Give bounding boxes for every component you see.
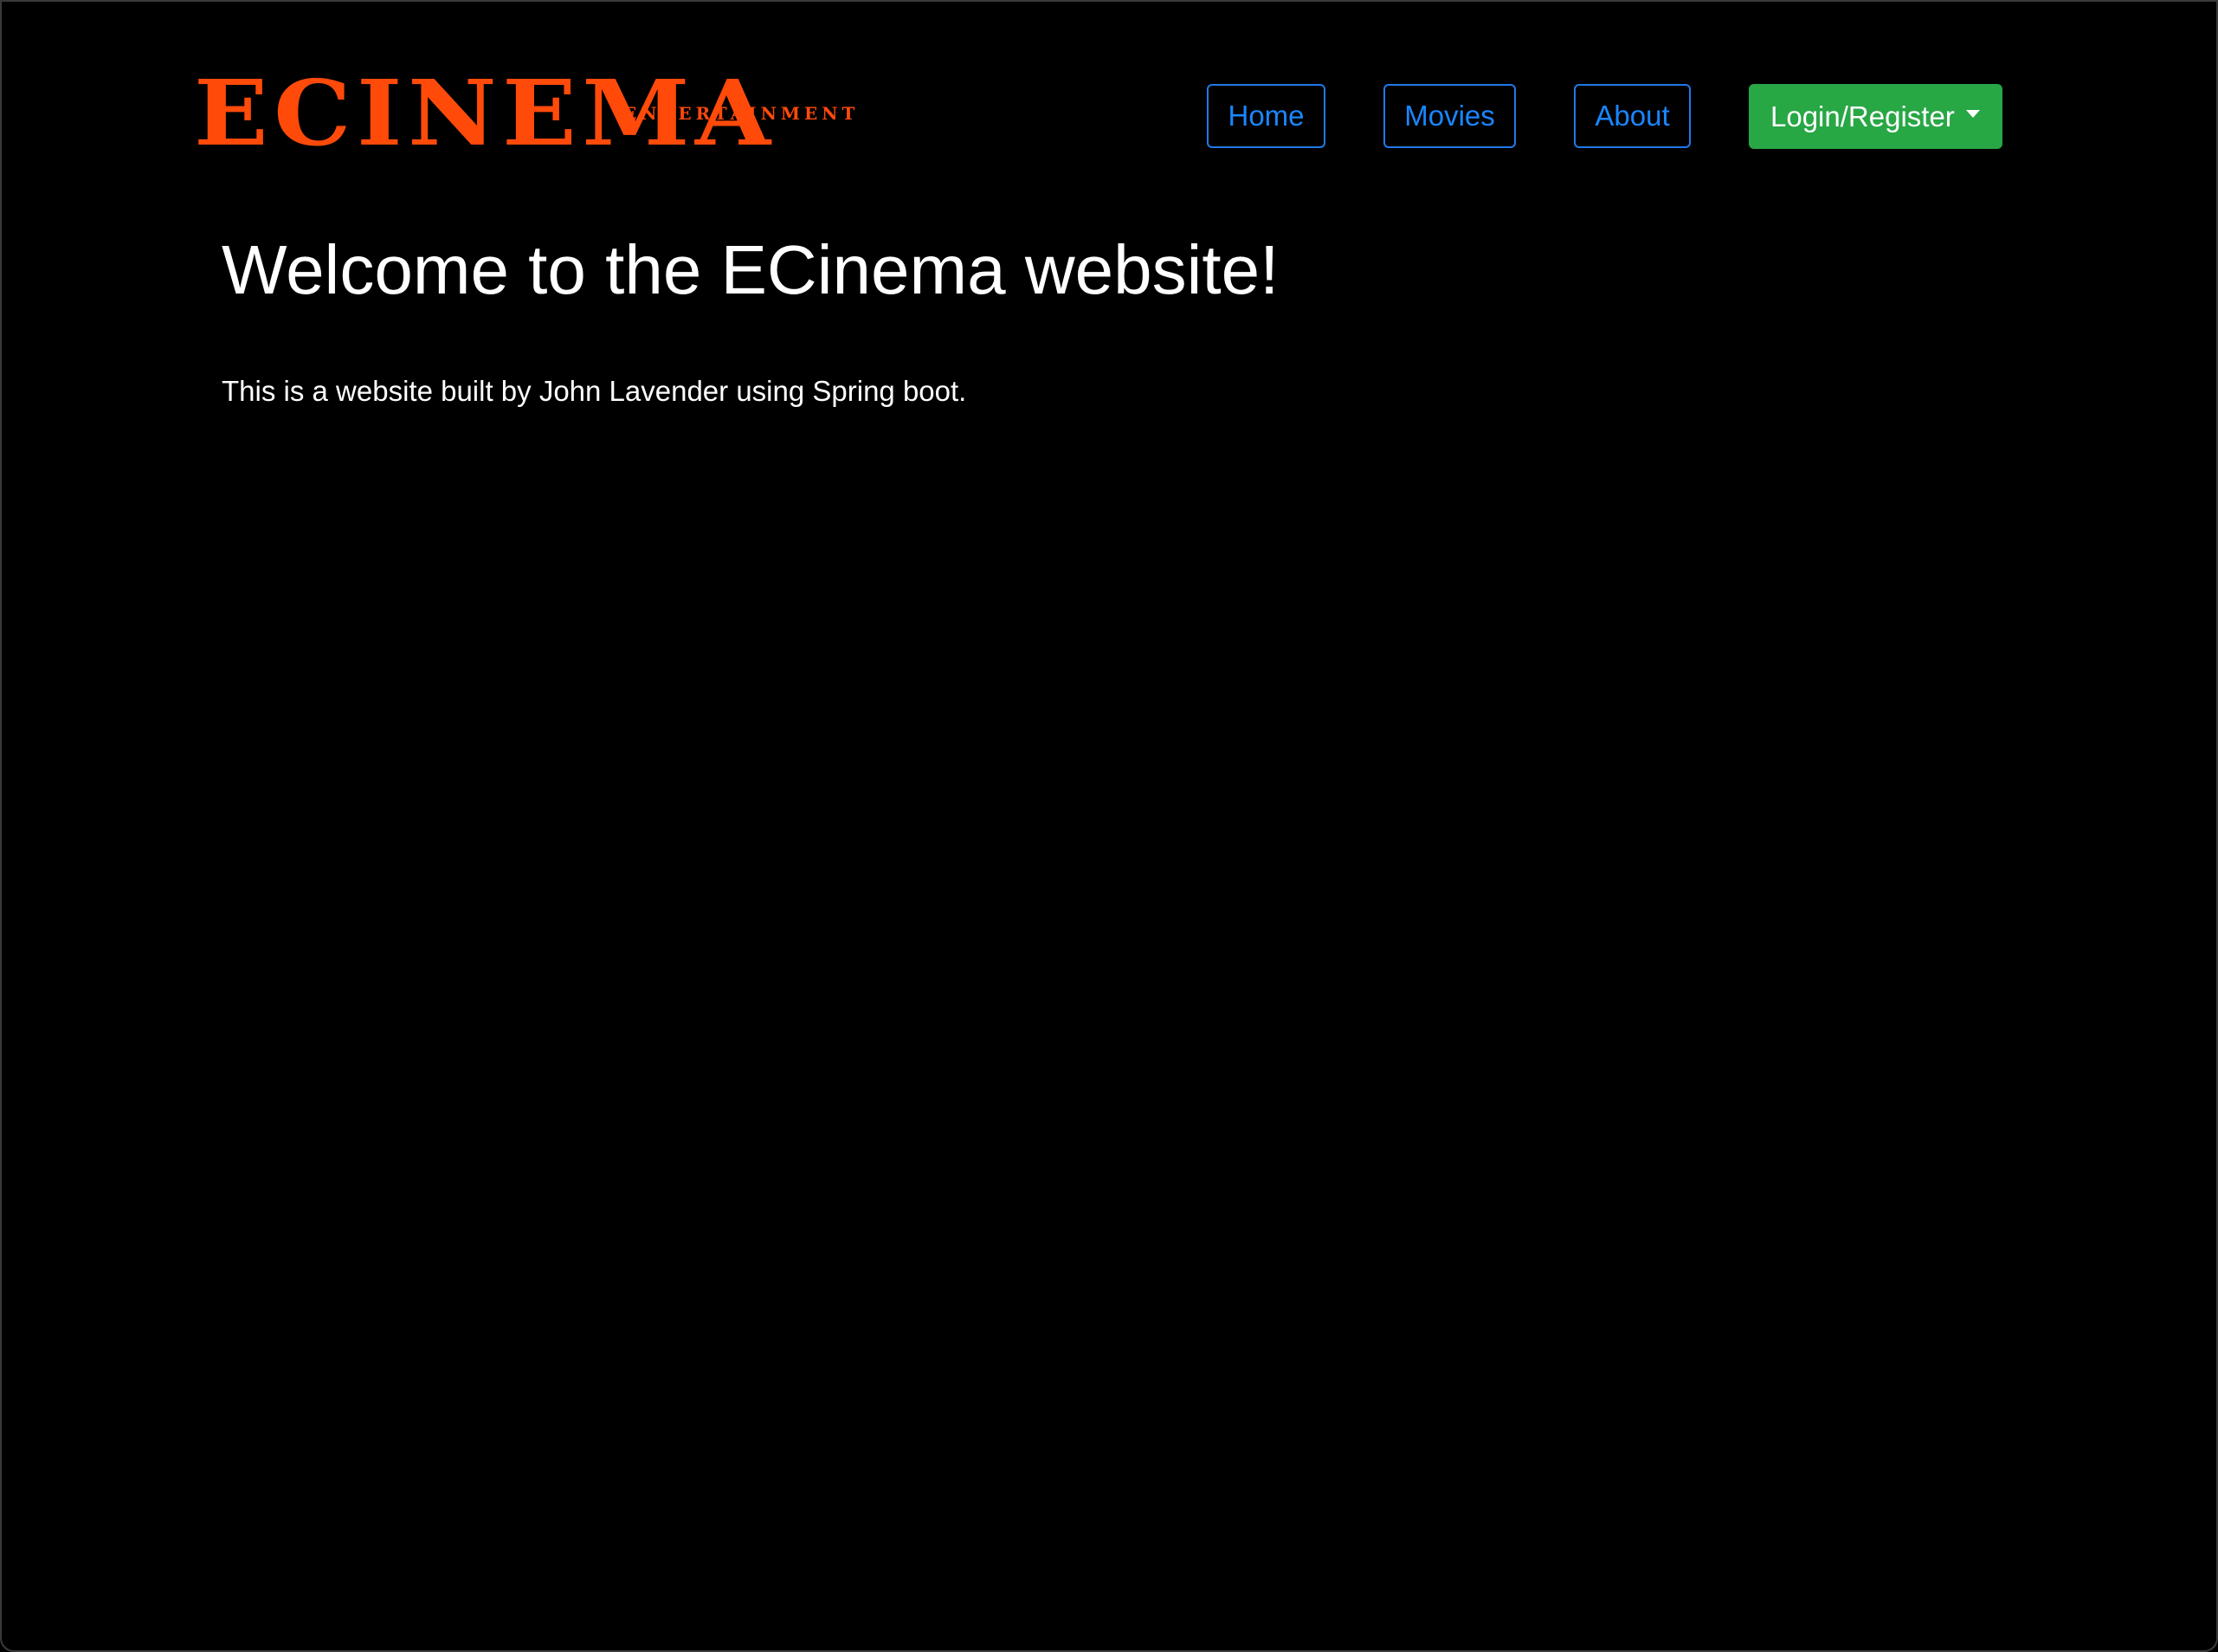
nav-movies-button[interactable]: Movies xyxy=(1383,84,1516,148)
brand-tagline: ENTERTAINMENT xyxy=(623,103,860,124)
page-title: Welcome to the ECinema website! xyxy=(222,231,1280,308)
nav-about-button[interactable]: About xyxy=(1574,84,1691,148)
navbar: ECINEMA ENTERTAINMENT Home Movies About … xyxy=(0,0,2218,199)
caret-down-icon xyxy=(1966,110,1980,118)
intro-text: This is a website built by John Lavender… xyxy=(222,375,967,407)
nav-home-button[interactable]: Home xyxy=(1207,84,1325,148)
login-register-label: Login/Register xyxy=(1770,100,1955,132)
login-register-dropdown-button[interactable]: Login/Register xyxy=(1749,84,2002,149)
brand-logo[interactable]: ECINEMA ENTERTAINMENT xyxy=(194,68,854,158)
